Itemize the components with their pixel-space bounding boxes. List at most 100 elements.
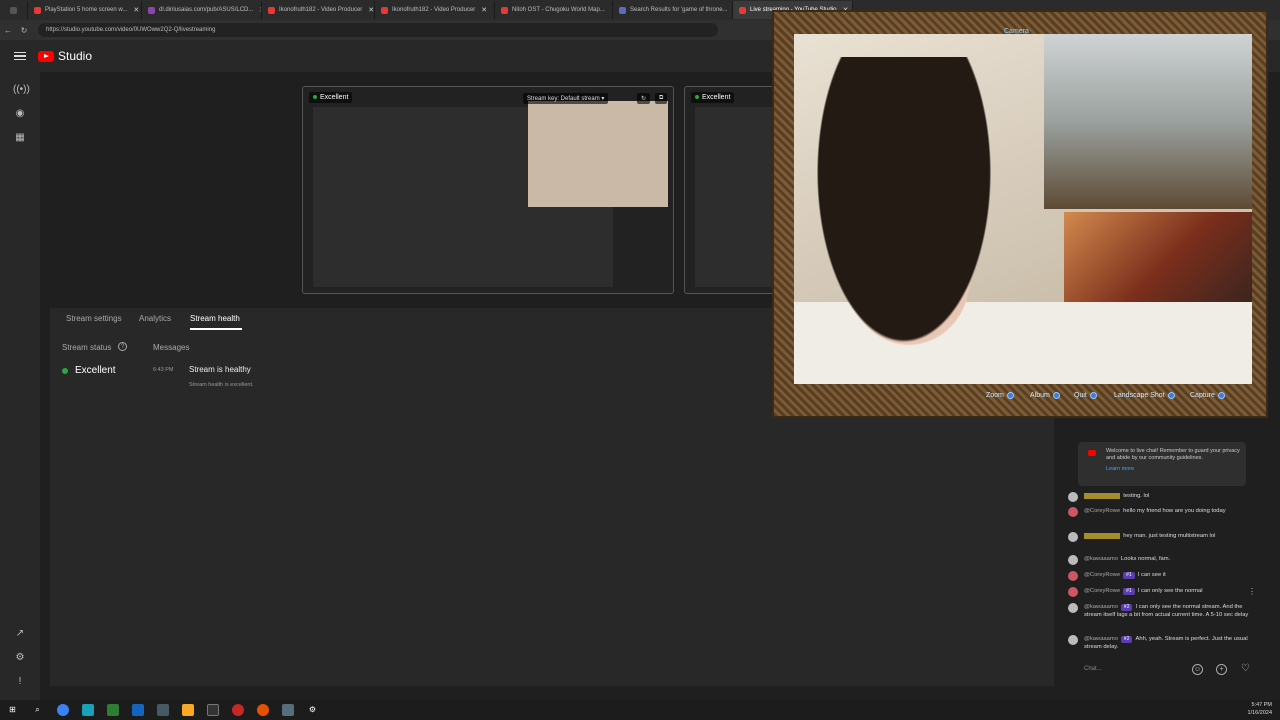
chat-message[interactable]: testing. lol	[1068, 492, 1254, 502]
member-badge: #1	[1123, 572, 1135, 580]
status-label: Excellent	[320, 94, 349, 101]
search-icon[interactable]: ⌕	[32, 704, 44, 716]
app-icon[interactable]	[156, 704, 169, 716]
button-glyph-icon	[1217, 392, 1225, 399]
close-icon[interactable]: ✕	[481, 6, 487, 14]
tab-favicon-icon	[268, 6, 275, 14]
browser-tab[interactable]: Nitoh OST - Chugoku World Map...✕	[495, 1, 613, 19]
browser-tab[interactable]: Ikonofruth182 - Video Producer ✕	[375, 1, 495, 19]
camera-icon[interactable]: ◉	[13, 107, 27, 121]
browser-tab[interactable]: dl.dinlusaias.com/pub/ASUS/LCD...✕	[142, 1, 262, 19]
message-author: @CoreyRowe	[1084, 508, 1121, 514]
browser-tab[interactable]: Ikonofruth182 - Video Producer ✕	[262, 1, 375, 19]
media-icon[interactable]	[206, 704, 219, 716]
message-author: @kawaaamo	[1084, 556, 1118, 562]
settings-icon[interactable]: ⚙	[307, 704, 319, 716]
chat-message[interactable]: @CoreyRowe #1 I can see it	[1068, 571, 1254, 581]
menu-icon[interactable]	[14, 51, 26, 61]
control-label: Album	[1030, 392, 1050, 399]
calendar-icon[interactable]: ▦	[13, 131, 27, 145]
chat-welcome-banner: Welcome to live chat! Remember to guard …	[1078, 442, 1246, 486]
refresh-icon[interactable]: ↻	[637, 93, 651, 104]
control-label: Zoom	[986, 392, 1004, 399]
edge-icon[interactable]	[81, 704, 94, 716]
stream-key-label: Stream key: Default stream	[527, 96, 600, 102]
tab-actions[interactable]	[4, 1, 28, 19]
clock-time: 5:47 PM	[1251, 702, 1272, 708]
close-icon[interactable]: ✕	[368, 6, 374, 14]
tab-favicon-icon	[739, 6, 746, 14]
chat-message[interactable]: @kawaaamo #2 I can only see the normal str…	[1068, 603, 1254, 620]
chat-message[interactable]: hey man. just testing multistream lol	[1068, 532, 1254, 542]
stream-key-dropdown[interactable]: Stream key: Default stream ▾	[523, 93, 609, 104]
gear-icon[interactable]: ⚙	[13, 651, 27, 665]
document-icon[interactable]	[131, 704, 144, 716]
learn-more-link[interactable]: Learn more	[1106, 466, 1240, 473]
chat-message[interactable]: @CoreyRowe hello my friend how are you do…	[1068, 507, 1254, 517]
add-icon[interactable]: +	[1216, 664, 1227, 675]
close-icon[interactable]: ✕	[133, 6, 139, 14]
app-name: Studio	[58, 49, 93, 63]
tab-favicon-icon	[34, 6, 41, 14]
external-link-icon[interactable]: ↗	[13, 627, 27, 641]
zoom-control[interactable]: Zoom	[986, 392, 1014, 399]
firefox-icon[interactable]	[256, 704, 269, 716]
welcome-text: Welcome to live chat! Remember to guard …	[1106, 448, 1240, 462]
copy-icon[interactable]: ⧉	[655, 93, 668, 104]
browser-tab[interactable]: Search Results for 'game of throne...✕	[613, 1, 733, 19]
message-text: I can see it	[1137, 572, 1166, 578]
button-glyph-icon	[1052, 392, 1060, 399]
tab-analytics[interactable]: Analytics	[139, 314, 171, 323]
feedback-icon[interactable]: !	[13, 675, 27, 689]
status-label: Excellent	[702, 94, 731, 101]
browser-tab[interactable]: PlayStation 5 home screen w... ✕	[28, 1, 142, 19]
capture-control[interactable]: Capture	[1190, 392, 1225, 399]
message-time: 6:43 PM	[153, 367, 174, 373]
avatar	[1068, 507, 1078, 517]
member-badge: #1	[1123, 588, 1135, 596]
stream-preview-secondary[interactable]: Excellent	[684, 86, 784, 294]
tab-favicon-icon	[619, 6, 626, 14]
heart-icon[interactable]: ♡	[1240, 664, 1251, 675]
tab-favicon-icon	[381, 6, 388, 14]
system-clock[interactable]: 5:47 PM 1/16/2024	[1248, 702, 1272, 717]
more-options-icon[interactable]: ⋮	[1248, 587, 1256, 596]
avatar	[1068, 603, 1078, 613]
reload-icon[interactable]: ↻	[16, 26, 32, 35]
start-icon[interactable]: ⊞	[7, 704, 19, 716]
album-control[interactable]: Album	[1030, 392, 1060, 399]
url-field[interactable]: https://studio.youtube.com/video/0UWOww2…	[38, 23, 718, 37]
emoji-icon[interactable]: ☺	[1192, 664, 1203, 675]
quit-control[interactable]: Quit	[1074, 392, 1097, 399]
message-text: I can only see the normal	[1137, 588, 1203, 594]
status-dot-icon	[62, 368, 68, 374]
chat-message[interactable]: @CoreyRowe #1 I can only see the normal	[1068, 587, 1254, 597]
recording-icon[interactable]	[231, 704, 244, 716]
message-author: @CoreyRowe	[1084, 588, 1121, 594]
back-icon[interactable]: ←	[0, 26, 16, 35]
button-glyph-icon	[1167, 392, 1175, 399]
app-icon[interactable]	[281, 704, 294, 716]
tab-stream-health[interactable]: Stream health	[190, 314, 240, 323]
member-badge: #2	[1120, 604, 1133, 612]
live-stream-icon[interactable]: ((•))	[13, 83, 30, 97]
studio-logo[interactable]: Studio	[38, 49, 92, 63]
browser-icon[interactable]	[56, 704, 69, 716]
control-label: Landscape Shot	[1114, 392, 1165, 399]
stream-status-label: Stream status	[62, 343, 112, 352]
help-icon[interactable]: ?	[118, 342, 127, 351]
landscape-shot-control[interactable]: Landscape Shot	[1114, 392, 1175, 399]
tab-stream-settings[interactable]: Stream settings	[66, 314, 122, 323]
chat-message[interactable]: @kawaaamo #2 Ahh, yeah. Stream is perfect.…	[1068, 635, 1254, 652]
button-glyph-icon	[1006, 392, 1014, 399]
message-text: hey man. just testing multistream lol	[1123, 533, 1216, 539]
stream-preview[interactable]: Excellent Stream key: Default stream ▾ ↻…	[302, 86, 674, 294]
camera-overlay[interactable]: Camera Zoom Album Quit Landscape Shot Ca…	[772, 10, 1268, 418]
button-glyph-icon	[1089, 392, 1097, 399]
avatar	[1068, 555, 1078, 565]
stream-status-badge: Excellent	[309, 92, 353, 103]
chat-input[interactable]: Chat...	[1084, 666, 1102, 672]
folder-icon[interactable]	[181, 704, 194, 716]
chat-message[interactable]: @kawaaamo Looks normal, fam.	[1068, 555, 1254, 565]
spreadsheet-icon[interactable]	[106, 704, 119, 716]
